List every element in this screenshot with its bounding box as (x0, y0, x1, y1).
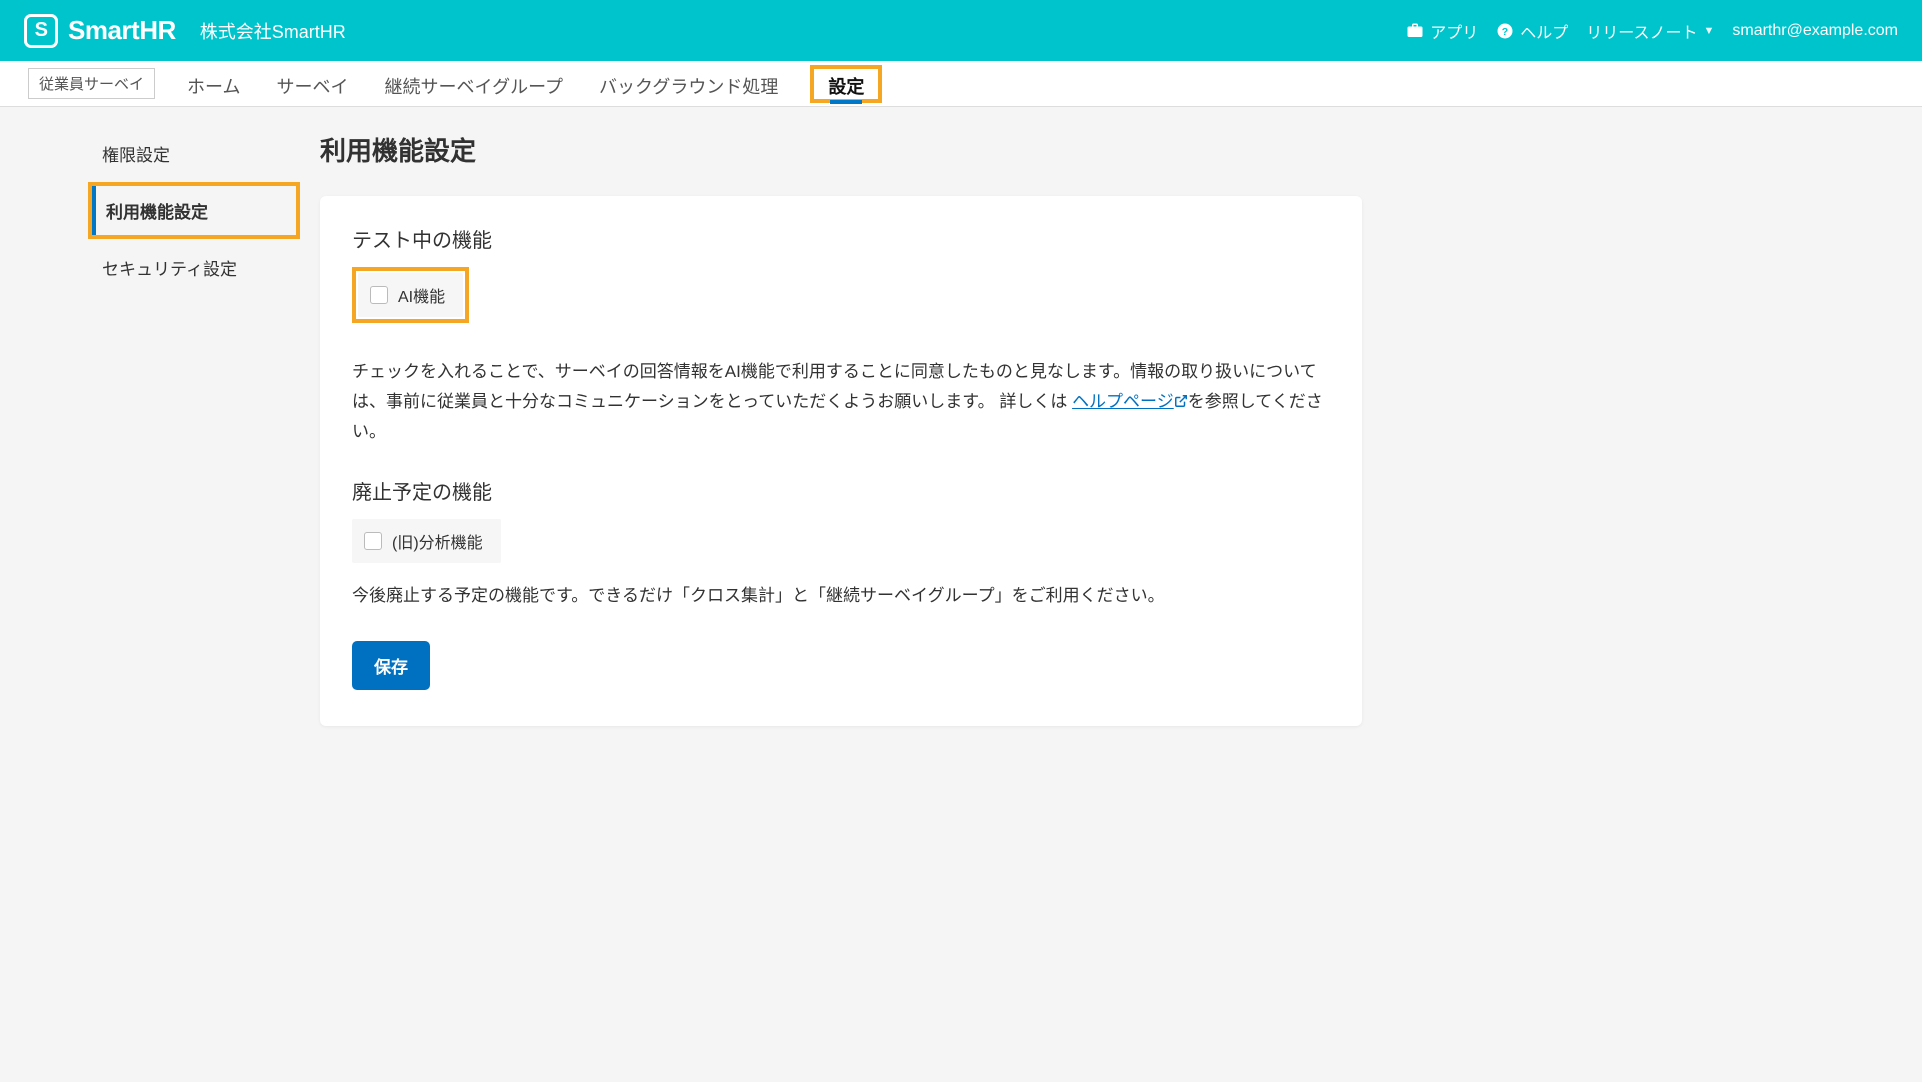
chevron-down-icon: ▼ (1703, 25, 1714, 37)
page-body: 権限設定 利用機能設定 セキュリティ設定 利用機能設定 テスト中の機能 AI機能… (0, 107, 1440, 786)
highlight-ai-checkbox: AI機能 (352, 267, 469, 323)
apps-link[interactable]: アプリ (1406, 19, 1478, 43)
sidebar-item-permission-settings[interactable]: 権限設定 (88, 129, 300, 178)
checkbox-ai-feature[interactable]: AI機能 (358, 273, 463, 317)
help-link[interactable]: ? ヘルプ (1496, 19, 1568, 43)
release-notes-label: リリースノート (1586, 19, 1697, 43)
highlight-sidebar-feature-settings: 利用機能設定 (88, 182, 300, 239)
help-page-link[interactable]: ヘルプページ (1072, 392, 1188, 411)
help-icon: ? (1496, 22, 1514, 40)
user-email-link[interactable]: smarthr@example.com (1732, 22, 1898, 40)
page-title: 利用機能設定 (320, 131, 1362, 168)
settings-sidebar: 権限設定 利用機能設定 セキュリティ設定 (0, 129, 320, 726)
tab-home[interactable]: ホーム (183, 63, 244, 105)
help-page-link-text: ヘルプページ (1072, 392, 1174, 411)
deprecated-description: 今後廃止する予定の機能です。できるだけ「クロス集計」と「継続サーベイグループ」を… (352, 581, 1330, 611)
checkbox-legacy-analysis-input[interactable] (364, 532, 382, 550)
brand-name: SmartHR (68, 15, 176, 46)
tab-continuous-survey-group[interactable]: 継続サーベイグループ (380, 63, 567, 105)
settings-card: テスト中の機能 AI機能 チェックを入れることで、サーベイの回答情報をAI機能で… (320, 196, 1362, 726)
testing-description: チェックを入れることで、サーベイの回答情報をAI機能で利用することに同意したもの… (352, 357, 1330, 446)
sidebar-item-security-settings[interactable]: セキュリティ設定 (88, 243, 300, 292)
briefcase-icon (1406, 22, 1424, 40)
sidebar-item-feature-settings[interactable]: 利用機能設定 (92, 186, 296, 235)
external-link-icon (1174, 394, 1188, 408)
brand-logo[interactable]: S SmartHR (24, 14, 176, 48)
header-right: アプリ ? ヘルプ リリースノート ▼ smarthr@example.com (1406, 19, 1898, 43)
tab-settings[interactable]: 設定 (824, 67, 868, 103)
release-notes-link[interactable]: リリースノート ▼ (1586, 19, 1714, 43)
tab-background-processing[interactable]: バックグラウンド処理 (595, 63, 782, 105)
app-badge: 従業員サーベイ (28, 68, 155, 99)
checkbox-legacy-analysis[interactable]: (旧)分析機能 (352, 519, 501, 563)
company-name: 株式会社SmartHR (200, 18, 346, 44)
checkbox-ai-feature-label: AI機能 (398, 283, 445, 307)
section-title-deprecated: 廃止予定の機能 (352, 476, 1330, 505)
global-header: S SmartHR 株式会社SmartHR アプリ ? ヘルプ リリースノート … (0, 0, 1922, 61)
svg-text:?: ? (1502, 25, 1508, 37)
main-content: 利用機能設定 テスト中の機能 AI機能 チェックを入れることで、サーベイの回答情… (320, 129, 1440, 726)
logo-mark-icon: S (24, 14, 58, 48)
highlight-tab-settings: 設定 (810, 65, 882, 103)
tab-survey[interactable]: サーベイ (272, 63, 352, 105)
checkbox-ai-feature-input[interactable] (370, 286, 388, 304)
checkbox-legacy-analysis-label: (旧)分析機能 (392, 529, 483, 553)
save-button[interactable]: 保存 (352, 641, 430, 690)
section-title-testing: テスト中の機能 (352, 224, 1330, 253)
tab-bar: 従業員サーベイ ホーム サーベイ 継続サーベイグループ バックグラウンド処理 設… (0, 61, 1922, 107)
help-label: ヘルプ (1520, 19, 1568, 43)
apps-label: アプリ (1430, 19, 1478, 43)
